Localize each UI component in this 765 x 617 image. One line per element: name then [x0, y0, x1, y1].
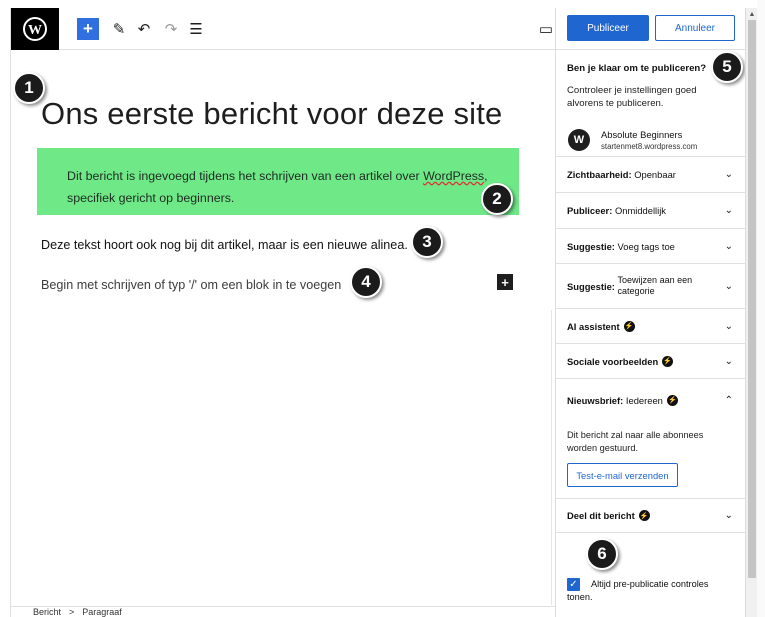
panel-newsletter[interactable]: Nieuwsbrief: Iedereen ⚡ ⌃	[556, 379, 746, 421]
panel-category-label: Suggestie: Toewijzen aan een categorie	[567, 275, 698, 297]
redo-icon[interactable]: ↷	[163, 18, 179, 40]
jetpack-bolt-icon: ⚡	[623, 320, 635, 332]
cancel-button[interactable]: Annuleer	[655, 15, 735, 41]
panel-category-value: Toewijzen aan een categorie	[617, 275, 693, 296]
prepublish-checkbox-label[interactable]: Altijd pre-publicatie controles	[591, 578, 741, 591]
sidebar-header: Publiceer Annuleer	[556, 8, 746, 50]
window-edge	[757, 0, 765, 617]
annotation-badge-5: 5	[711, 51, 743, 83]
prepublish-description: Controleer je instellingen goed alvorens…	[567, 85, 697, 109]
chevron-down-icon[interactable]: ⌄	[725, 356, 733, 367]
panel-visibility-value: Openbaar	[634, 169, 676, 180]
panel-share-label: Deel dit bericht ⚡	[567, 510, 650, 521]
chevron-down-icon[interactable]: ⌄	[725, 321, 733, 332]
highlighted-paragraph-block[interactable]: Dit bericht is ingevoegd tijdens het sch…	[37, 148, 519, 215]
chevron-down-icon[interactable]: ⌄	[725, 281, 733, 292]
paragraph-text-part-a: Dit bericht is ingevoegd tijdens het sch…	[67, 169, 424, 183]
annotation-badge-1: 1	[13, 72, 45, 104]
breadcrumb-separator: >	[69, 607, 75, 617]
prepublish-checkbox[interactable]: ✓	[567, 578, 580, 591]
panel-suggest-tags[interactable]: Suggestie: Voeg tags toe ⌄	[556, 229, 746, 264]
panel-ai-assistant[interactable]: AI assistent ⚡ ⌄	[556, 309, 746, 344]
annotation-badge-3: 3	[411, 226, 443, 258]
breadcrumb-item-paragraph[interactable]: Paragraaf	[82, 607, 122, 617]
site-url: startenmet8.wordpress.com	[601, 142, 698, 151]
document-outline-icon[interactable]: ☰	[187, 18, 205, 40]
publish-button[interactable]: Publiceer	[567, 15, 649, 41]
prepublish-title: Ben je klaar om te publiceren?	[567, 63, 707, 74]
newsletter-panel-body: Dit bericht zal naar alle abonnees worde…	[556, 421, 746, 499]
annotation-badge-2: 2	[481, 183, 513, 215]
newsletter-description: Dit bericht zal naar alle abonnees worde…	[567, 430, 704, 453]
breadcrumb-item-post[interactable]: Bericht	[33, 607, 61, 617]
panel-publish-value: Onmiddellijk	[614, 205, 666, 216]
editor-canvas: W + ✎ ↶ ↷ ☰ ▭ Ons eerste bericht voor de…	[10, 8, 556, 617]
panel-share-post[interactable]: Deel dit bericht ⚡ ⌄	[556, 499, 746, 533]
panel-ai-label: AI assistent ⚡	[567, 320, 635, 332]
panel-tags-key: Suggestie:	[567, 240, 615, 252]
panel-visibility-key: Zichtbaarheid:	[567, 169, 632, 180]
chevron-down-icon[interactable]: ⌄	[725, 510, 733, 521]
add-block-button[interactable]: +	[77, 18, 99, 40]
prepublish-checkbox-label-cont[interactable]: tonen.	[567, 592, 593, 602]
jetpack-bolt-icon: ⚡	[666, 394, 678, 406]
svg-text:W: W	[28, 23, 42, 38]
post-title[interactable]: Ons eerste bericht voor deze site	[41, 96, 503, 132]
chevron-down-icon[interactable]: ⌄	[725, 205, 733, 216]
chevron-up-icon[interactable]: ⌃	[725, 395, 733, 406]
panel-tags-label: Suggestie: Voeg tags toe	[567, 241, 675, 252]
panel-category-key: Suggestie:	[567, 280, 615, 292]
panel-publish-time[interactable]: Publiceer: Onmiddellijk ⌄	[556, 193, 746, 229]
chevron-down-icon[interactable]: ⌄	[725, 241, 733, 252]
annotation-badge-4: 4	[350, 266, 382, 298]
panel-visibility[interactable]: Zichtbaarheid: Openbaar ⌄	[556, 157, 746, 193]
site-logo-icon: W	[568, 129, 590, 151]
panel-share-key: Deel dit bericht	[567, 510, 635, 521]
publish-sidebar: Publiceer Annuleer Ben je klaar om te pu…	[555, 8, 746, 617]
undo-icon[interactable]: ↶	[136, 18, 152, 40]
empty-block-placeholder[interactable]: Begin met schrijven of typ '/' om een bl…	[41, 278, 341, 292]
site-name: Absolute Beginners	[601, 129, 683, 140]
panel-publish-key: Publiceer:	[567, 205, 613, 216]
annotation-badge-6: 6	[586, 538, 618, 570]
panel-newsletter-value: Iedereen	[625, 394, 663, 406]
scrollbar-thumb[interactable]	[748, 20, 756, 578]
panel-ai-key: AI assistent	[567, 320, 620, 332]
edit-tool-icon[interactable]: ✎	[111, 18, 127, 40]
editor-divider	[551, 310, 552, 605]
spellcheck-word: WordPress	[423, 169, 485, 183]
chevron-down-icon[interactable]: ⌄	[725, 169, 733, 180]
sidebar-scrollbar[interactable]: ▲	[745, 8, 757, 617]
breadcrumb: Bericht > Paragraaf	[11, 606, 556, 617]
panel-tags-value: Voeg tags toe	[617, 240, 675, 252]
preview-icon[interactable]: ▭	[538, 18, 554, 40]
panel-suggest-category[interactable]: Suggestie: Toewijzen aan een categorie ⌄	[556, 264, 746, 309]
jetpack-bolt-icon: ⚡	[662, 355, 674, 367]
panel-newsletter-key: Nieuwsbrief:	[567, 394, 624, 406]
editor-toolbar: W + ✎ ↶ ↷ ☰ ▭	[11, 8, 556, 50]
panel-newsletter-label: Nieuwsbrief: Iedereen ⚡	[567, 394, 678, 406]
panel-social-label: Sociale voorbeelden ⚡	[567, 355, 674, 367]
panel-visibility-label: Zichtbaarheid: Openbaar	[567, 169, 676, 180]
wordpress-logo-icon[interactable]: W	[11, 8, 59, 50]
inline-add-block-button[interactable]: +	[497, 274, 513, 290]
jetpack-bolt-icon: ⚡	[638, 510, 650, 521]
paragraph-block[interactable]: Deze tekst hoort ook nog bij dit artikel…	[41, 238, 408, 252]
wordpress-logo-svg: W	[23, 17, 47, 41]
panel-social-previews[interactable]: Sociale voorbeelden ⚡ ⌄	[556, 344, 746, 379]
send-test-email-button[interactable]: Test-e-mail verzenden	[567, 463, 678, 487]
panel-social-key: Sociale voorbeelden	[567, 355, 659, 367]
site-info: W Absolute Beginners startenmet8.wordpre…	[567, 128, 737, 154]
panel-publish-label: Publiceer: Onmiddellijk	[567, 205, 666, 216]
